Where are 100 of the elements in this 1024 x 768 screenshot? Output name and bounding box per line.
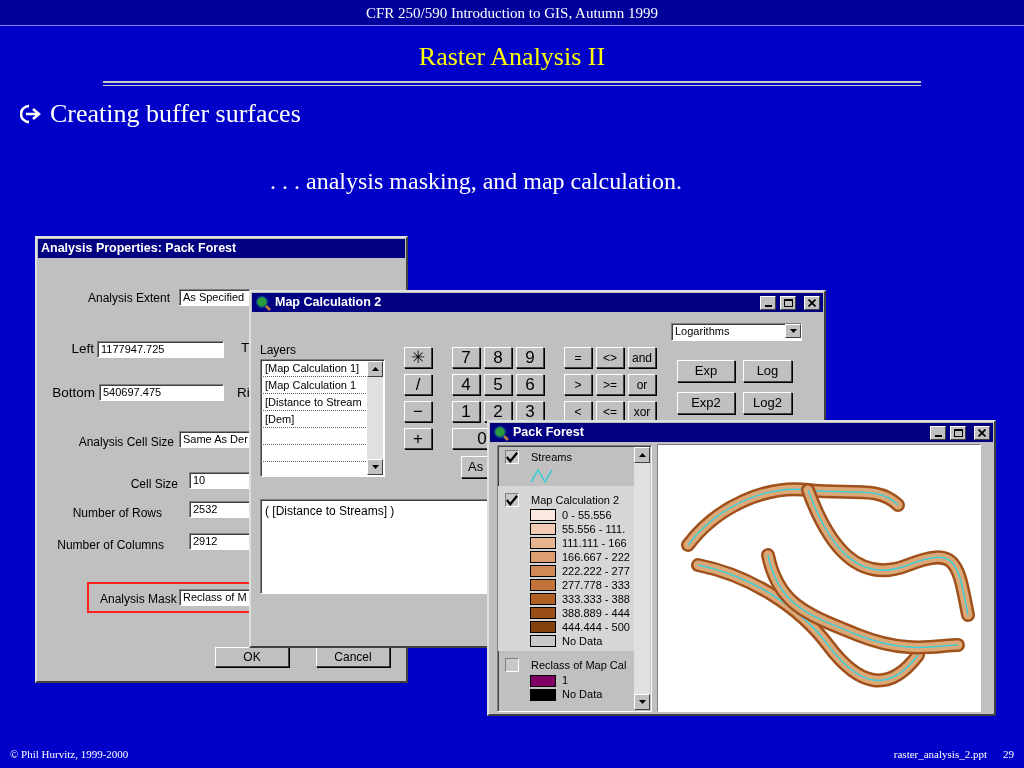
field-label: Cell Size — [130, 476, 178, 492]
window-title: Pack Forest — [513, 424, 584, 442]
slide-header-text: CFR 250/590 Introduction to GIS, Autumn 1999 — [0, 0, 1024, 26]
input-field[interactable]: As Specified — [179, 289, 251, 306]
calculator-key[interactable]: 3 — [516, 401, 544, 422]
calculator-key[interactable]: 4 — [452, 374, 480, 395]
class-label: 277.778 - 333 — [562, 577, 630, 593]
calculator-key[interactable]: <= — [596, 401, 624, 422]
dropdown-button[interactable] — [785, 324, 801, 338]
copyright-text: © Phil Hurvitz, 1999-2000 — [10, 746, 129, 762]
input-field[interactable]: Same As Der — [179, 431, 251, 448]
class-label: 1 — [562, 673, 569, 689]
up-arrow-icon — [638, 453, 646, 457]
cancel-button[interactable]: Cancel — [316, 647, 390, 667]
calculator-key[interactable]: < — [564, 401, 592, 422]
calculator-key[interactable]: xor — [628, 401, 656, 422]
input-field[interactable]: 10 — [189, 472, 251, 489]
dropdown-field[interactable]: Reclass of M — [179, 589, 251, 606]
legend-entry[interactable]: Map Calculation 2 0 - 55.556 55.556 - 111. 111.111 - 166 166.667 - 222 222.222 - 277 277.778 - 333 333.333 - 388 388.889 - 444 444.444 - 500 No Data — [498, 485, 635, 652]
calculator-key[interactable]: − — [404, 401, 432, 422]
dropdown-value: Logarithms — [675, 324, 730, 339]
up-arrow-icon — [371, 367, 379, 371]
scroll-down-button[interactable] — [367, 459, 383, 475]
function-button[interactable]: Exp — [677, 360, 735, 382]
calculator-key[interactable]: <> — [596, 347, 624, 368]
down-arrow-icon — [789, 329, 797, 333]
checkbox[interactable] — [505, 450, 519, 465]
calculator-key[interactable]: 5 — [484, 374, 512, 395]
down-arrow-icon — [371, 465, 379, 469]
calculator-key[interactable]: 9 — [516, 347, 544, 368]
calculator-key[interactable]: 6 — [516, 374, 544, 395]
legend-entry[interactable]: Streams — [498, 446, 635, 486]
ok-button[interactable]: OK — [215, 647, 289, 667]
calculator-key[interactable]: ✳ — [404, 347, 432, 368]
checkbox[interactable] — [505, 658, 519, 673]
calculator-key[interactable]: and — [628, 347, 656, 368]
calculator-key[interactable]: 1 — [452, 401, 480, 422]
input-field[interactable]: 1177947.725 — [97, 341, 224, 358]
input-field[interactable]: 2912 — [189, 533, 251, 550]
legend-entry[interactable]: Reclass of Map Cal 1 No Data — [498, 651, 635, 705]
layer-name: Reclass of Map Cal — [531, 658, 627, 674]
calculator-key[interactable]: or — [628, 374, 656, 395]
close-button[interactable] — [804, 295, 820, 310]
minimize-icon — [934, 434, 942, 437]
window-title: Analysis Properties: Pack Forest — [41, 240, 237, 258]
field-label: T — [241, 340, 250, 356]
globe-magnifier-icon — [255, 294, 271, 311]
class-label: No Data — [562, 687, 603, 703]
scroll-up-button[interactable] — [367, 361, 383, 377]
maximize-button[interactable] — [950, 425, 966, 440]
window-title: Map Calculation 2 — [275, 294, 382, 312]
function-button[interactable]: Log2 — [743, 392, 792, 414]
dropdown-field[interactable]: Logarithms — [671, 323, 802, 341]
field-label: Analysis Cell Size — [78, 434, 174, 450]
calculator-key[interactable]: 2 — [484, 401, 512, 422]
scroll-up-button[interactable] — [634, 447, 650, 463]
field-label: Number of Rows — [72, 505, 162, 521]
class-label: 222.222 - 277 — [562, 563, 630, 579]
arrow-icon — [20, 104, 42, 124]
field-label: Left — [71, 341, 94, 357]
class-label: No Data — [562, 633, 603, 649]
file-name: raster_analysis_2.ppt — [893, 746, 987, 762]
minimize-button[interactable] — [760, 295, 776, 310]
calculator-key[interactable]: 8 — [484, 347, 512, 368]
page-number: 29 — [1003, 746, 1014, 762]
checkbox[interactable] — [505, 492, 519, 507]
bullet-text: Creating buffer surfaces — [50, 98, 301, 130]
maximize-button[interactable] — [780, 295, 796, 310]
down-arrow-icon — [638, 700, 646, 704]
layer-name: Streams — [531, 450, 572, 465]
field-label: Analysis Extent — [87, 290, 170, 306]
function-button[interactable]: Log — [743, 360, 792, 382]
layers-list[interactable]: [Map Calculation 1] [Map Calculation 1 [Distance to Stream [Dem] — [260, 359, 385, 477]
subtitle: . . . analysis masking, and map calculation. — [270, 168, 682, 194]
calculator-key[interactable]: > — [564, 374, 592, 395]
scrollbar[interactable] — [634, 447, 650, 710]
input-field[interactable]: 2532 — [189, 501, 251, 518]
scrollbar[interactable] — [367, 361, 383, 475]
calculator-key[interactable]: 7 — [452, 347, 480, 368]
calculator-key[interactable]: >= — [596, 374, 624, 395]
field-label: Analysis Mask — [100, 591, 177, 607]
class-label: 333.333 - 388 — [562, 591, 630, 607]
class-label: 55.556 - 111. — [562, 521, 626, 537]
calculator-key[interactable]: + — [404, 428, 432, 449]
close-icon — [978, 428, 986, 437]
field-label: Number of Columns — [57, 537, 164, 553]
globe-magnifier-icon — [493, 424, 509, 441]
scroll-down-button[interactable] — [634, 694, 650, 710]
minimize-button[interactable] — [930, 425, 946, 440]
class-label: 166.667 - 222 — [562, 549, 630, 565]
calculator-key[interactable]: / — [404, 374, 432, 395]
list-label: Layers — [260, 342, 297, 358]
class-label: 388.889 - 444 — [562, 605, 630, 621]
calculator-key[interactable]: = — [564, 347, 592, 368]
input-field[interactable]: 540697.475 — [99, 384, 224, 401]
class-label: 111.111 - 166 — [562, 535, 627, 551]
close-button[interactable] — [974, 425, 990, 440]
class-label: 0 - 55.556 — [562, 507, 612, 523]
check-icon — [506, 451, 518, 464]
function-button[interactable]: Exp2 — [677, 392, 735, 414]
